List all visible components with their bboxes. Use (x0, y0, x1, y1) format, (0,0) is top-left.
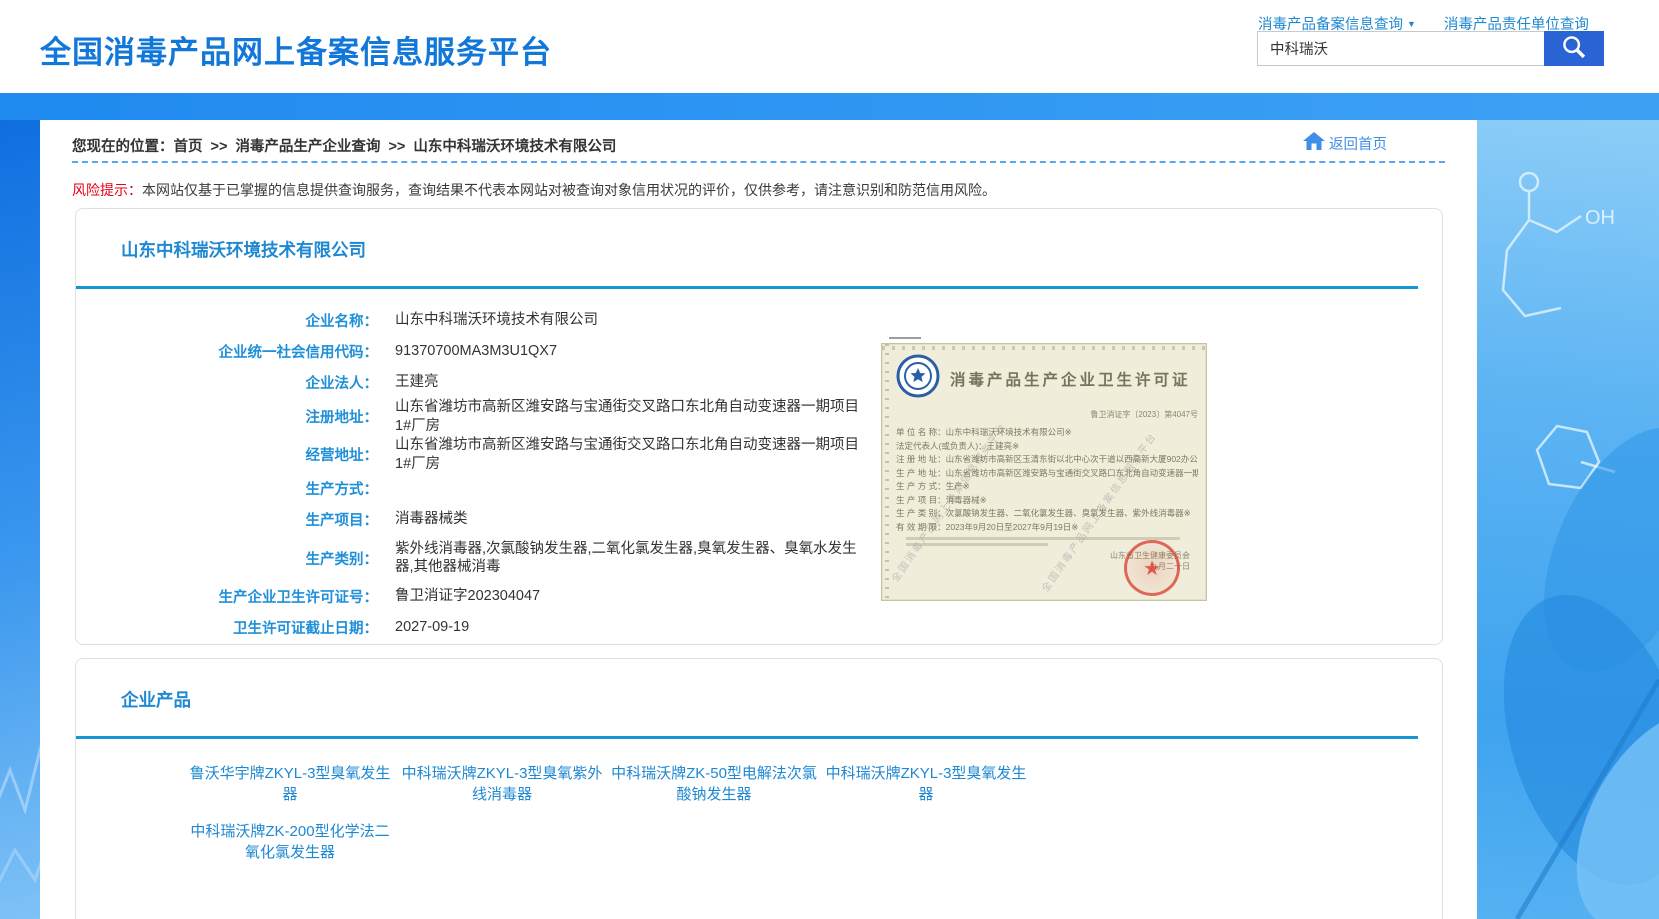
risk-notice-text: 本网站仅基于已掌握的信息提供查询服务，查询结果不代表本网站对被查询对象信用状况的… (142, 182, 996, 198)
certificate-line: 注 册 地 址：山东省潍坊市高新区玉清东街以北中心次干道以西高新大厦902办公室 (896, 453, 1198, 467)
certificate-line: 生 产 方 式：生产※ (896, 480, 1198, 494)
field-label: 经营地址： (76, 444, 378, 465)
breadcrumb-category-link[interactable]: 消毒产品生产企业查询 (235, 139, 380, 155)
company-name-heading: 山东中科瑞沃环境技术有限公司 (121, 237, 366, 262)
search-button[interactable] (1544, 31, 1604, 66)
breadcrumb-prefix: 您现在的位置： (72, 139, 174, 155)
field-label: 生产类别： (76, 548, 378, 569)
field-value: 山东省潍坊市高新区潍安路与宝通街交叉路口东北角自动变速器一期项目1#厂房 (395, 398, 865, 436)
dashed-divider (72, 161, 1445, 163)
field-row-credit-code: 企业统一社会信用代码： 91370700MA3M3U1QX7 (76, 336, 936, 367)
field-label: 生产项目： (76, 509, 378, 530)
field-label: 企业法人： (76, 372, 378, 393)
certificate-line: 生 产 项 目：消毒器械※ (896, 494, 1198, 508)
header-accent-band (0, 93, 1659, 120)
field-row-registered-address: 注册地址： 山东省潍坊市高新区潍安路与宝通街交叉路口东北角自动变速器一期项目1#厂… (76, 398, 936, 436)
field-value: 山东中科瑞沃环境技术有限公司 (395, 311, 598, 330)
field-value: 王建亮 (395, 373, 439, 392)
field-row-production-project: 生产项目： 消毒器械类 (76, 504, 936, 535)
field-label: 卫生许可证截止日期： (76, 617, 378, 638)
search-bar (1257, 31, 1604, 66)
field-value: 山东省潍坊市高新区潍安路与宝通街交叉路口东北角自动变速器一期项目1#厂房 (395, 436, 865, 474)
field-row-business-address: 经营地址： 山东省潍坊市高新区潍安路与宝通街交叉路口东北角自动变速器一期项目1#厂… (76, 436, 936, 474)
product-link[interactable]: 中科瑞沃牌ZKYL-3型臭氧紫外线消毒器 (396, 763, 608, 805)
field-row-license-expiry: 卫生许可证截止日期： 2027-09-19 (76, 612, 936, 643)
product-link[interactable]: 中科瑞沃牌ZK-50型电解法次氯酸钠发生器 (608, 763, 820, 805)
breadcrumb-separator: >> (211, 139, 228, 155)
chevron-down-icon: ▼ (1407, 19, 1416, 29)
background-left-decoration (0, 120, 40, 919)
field-row-legal-person: 企业法人： 王建亮 (76, 367, 936, 398)
hygiene-license-certificate-image: 全国消毒产品网上备案信息服务平台 全国消毒产品网上备案信息服务平台 消毒产品生产… (881, 343, 1207, 601)
breadcrumb-home-link[interactable]: 首页 (174, 139, 203, 155)
field-label: 注册地址： (76, 406, 378, 427)
certificate-line: 有 效 期 限：2023年9月20日至2027年9月19日※ (896, 521, 1198, 535)
search-input[interactable] (1257, 31, 1544, 66)
field-label: 企业统一社会信用代码： (76, 341, 378, 362)
certificate-line: 生 产 类 别：次氯酸钠发生器、二氧化氯发生器、臭氧发生器、紫外线消毒器※ (896, 507, 1198, 521)
certificate-line: 生 产 地 址：山东省潍坊市高新区潍安路与宝通街交叉路口东北角自动变速器一期项目… (896, 467, 1198, 481)
magnifier-icon (1560, 33, 1588, 64)
field-value: 91370700MA3M3U1QX7 (395, 342, 557, 361)
breadcrumb-separator: >> (388, 139, 405, 155)
certificate-fine-print (906, 537, 1180, 540)
company-products-card: 企业产品 鲁沃华宇牌ZKYL-3型臭氧发生器 中科瑞沃牌ZKYL-3型臭氧紫外线… (75, 658, 1443, 919)
site-header: 全国消毒产品网上备案信息服务平台 消毒产品备案信息查询▼ 消毒产品责任单位查询 (0, 0, 1659, 93)
products-heading: 企业产品 (121, 687, 191, 712)
breadcrumb: 您现在的位置：首页 >> 消毒产品生产企业查询 >> 山东中科瑞沃环境技术有限公司 (72, 135, 616, 156)
product-link[interactable]: 鲁沃华宇牌ZKYL-3型臭氧发生器 (184, 763, 396, 805)
card-title-rule (76, 736, 1418, 739)
card-title-rule (76, 286, 1418, 289)
certificate-line: 单 位 名 称：山东中科瑞沃环境技术有限公司※ (896, 426, 1198, 440)
breadcrumb-current: 山东中科瑞沃环境技术有限公司 (413, 139, 616, 155)
product-link[interactable]: 中科瑞沃牌ZKYL-3型臭氧发生器 (820, 763, 1032, 805)
main-content: 您现在的位置：首页 >> 消毒产品生产企业查询 >> 山东中科瑞沃环境技术有限公司 返回… (40, 120, 1477, 919)
back-home-link[interactable]: 返回首页 (1302, 131, 1387, 155)
field-row-production-category: 生产类别： 紫外线消毒器,次氯酸钠发生器,二氧化氯发生器,臭氧发生器、臭氧水发生器… (76, 535, 936, 581)
field-row-company-name: 企业名称： 山东中科瑞沃环境技术有限公司 (76, 305, 936, 336)
field-label: 生产方式： (76, 478, 378, 499)
home-icon (1302, 131, 1329, 155)
certificate-fine-print (906, 543, 1048, 546)
field-label: 生产企业卫生许可证号： (76, 586, 378, 607)
certificate-number: 鲁卫消证字〔2023〕第4047号 (896, 409, 1198, 420)
field-value: 消毒器械类 (395, 510, 468, 529)
risk-notice: 风险提示：本网站仅基于已掌握的信息提供查询服务，查询结果不代表本网站对被查询对象… (72, 180, 996, 200)
product-link[interactable]: 中科瑞沃牌ZK-200型化学法二氧化氯发生器 (184, 821, 396, 863)
field-label: 企业名称： (76, 310, 378, 331)
field-row-license-number: 生产企业卫生许可证号： 鲁卫消证字202304047 (76, 581, 936, 612)
field-value: 紫外线消毒器,次氯酸钠发生器,二氧化氯发生器,臭氧发生器、臭氧水发生器,其他器械… (395, 540, 865, 578)
site-title: 全国消毒产品网上备案信息服务平台 (40, 27, 552, 72)
certificate-scan-artifact (889, 337, 921, 339)
certificate-line: 法定代表人(或负责人)：王建亮※ (896, 440, 1198, 454)
company-fields: 企业名称： 山东中科瑞沃环境技术有限公司 企业统一社会信用代码： 91370700M… (76, 305, 936, 643)
field-value: 2027-09-19 (395, 618, 469, 637)
background-right-decoration: OH (1477, 120, 1659, 919)
national-emblem-icon (896, 354, 940, 403)
certificate-body: 单 位 名 称：山东中科瑞沃环境技术有限公司※ 法定代表人(或负责人)：王建亮※… (896, 426, 1198, 534)
svg-text:OH: OH (1585, 207, 1615, 229)
certificate-title: 消毒产品生产企业卫生许可证 (950, 368, 1191, 390)
risk-notice-label: 风险提示： (72, 182, 142, 198)
field-value: 鲁卫消证字202304047 (395, 587, 540, 606)
product-list: 鲁沃华宇牌ZKYL-3型臭氧发生器 中科瑞沃牌ZKYL-3型臭氧紫外线消毒器 中… (184, 763, 1044, 863)
company-info-card: 山东中科瑞沃环境技术有限公司 企业名称： 山东中科瑞沃环境技术有限公司 企业统一社… (75, 208, 1443, 645)
red-seal-icon: ★ (1124, 540, 1180, 596)
field-row-production-mode: 生产方式： (76, 473, 936, 504)
